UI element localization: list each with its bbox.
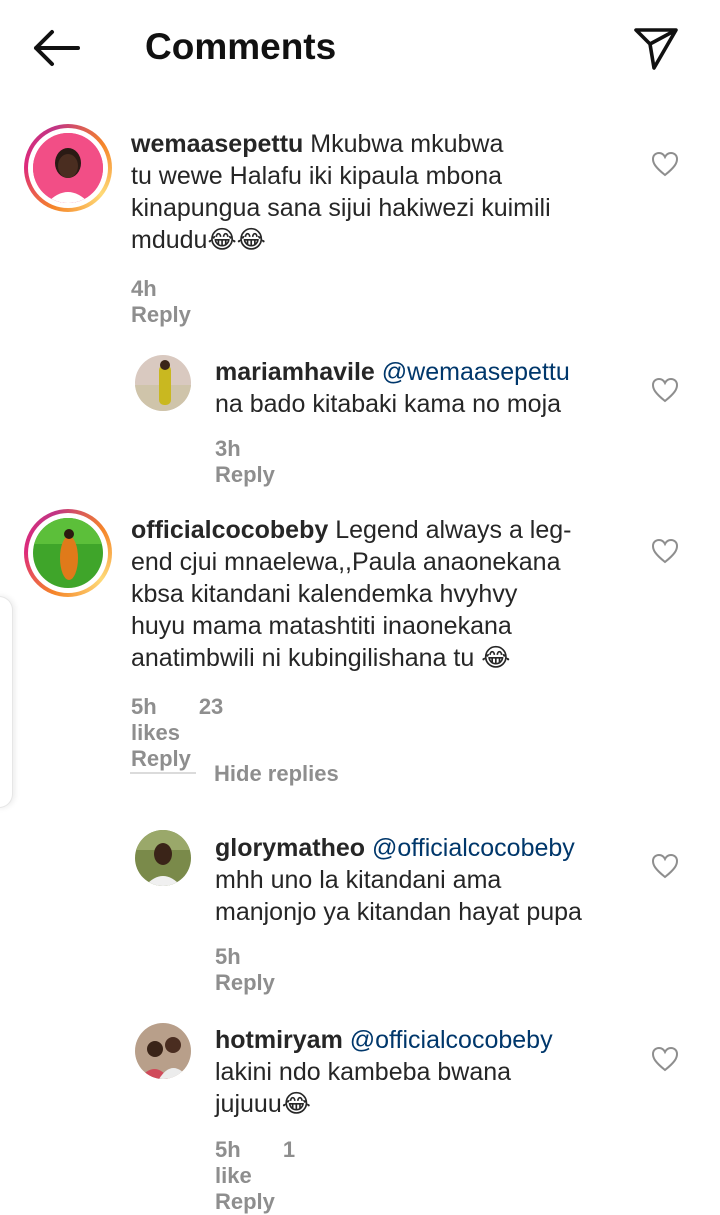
comment-time: 5h bbox=[131, 694, 157, 719]
header: Comments bbox=[0, 0, 720, 96]
comment-username[interactable]: officialcocobeby bbox=[131, 516, 328, 544]
avatar[interactable] bbox=[135, 1023, 191, 1079]
comment-text: Mkubwa mkubwa bbox=[310, 130, 504, 158]
comment-text: mdudu😂😂 bbox=[131, 226, 266, 254]
comment-text: jujuuu😂 bbox=[215, 1090, 311, 1118]
mention-link[interactable]: @wemaasepettu bbox=[382, 358, 570, 386]
comment-username[interactable]: mariamhavile bbox=[215, 358, 375, 386]
reply-button[interactable]: Reply bbox=[131, 302, 191, 327]
mention-link[interactable]: @officialcocobeby bbox=[372, 834, 575, 862]
comment-meta: 4h Reply bbox=[131, 276, 227, 328]
share-send-icon[interactable] bbox=[632, 24, 680, 72]
comment-time: 5h bbox=[215, 1137, 241, 1162]
like-heart-icon[interactable] bbox=[651, 538, 679, 564]
like-heart-icon[interactable] bbox=[651, 377, 679, 403]
comment-time: 5h bbox=[215, 944, 241, 969]
comment-text: huyu mama matashtiti inaonekana bbox=[131, 612, 512, 640]
comment-text: kbsa kitandani kalendemka hvyhvy bbox=[131, 580, 518, 608]
reply-button[interactable]: Reply bbox=[215, 462, 275, 487]
comment-meta: 5h 23 likes Reply bbox=[131, 694, 227, 772]
comment-text: lakini ndo kambeba bwana bbox=[215, 1058, 512, 1086]
avatar[interactable] bbox=[135, 355, 191, 411]
avatar[interactable] bbox=[33, 518, 103, 588]
comment-text: manjonjo ya kitandan hayat pupa bbox=[215, 898, 582, 926]
comment-username[interactable]: hotmiryam bbox=[215, 1026, 343, 1054]
mention-link[interactable]: @officialcocobeby bbox=[350, 1026, 553, 1054]
comment-text: Legend always a leg- bbox=[335, 516, 572, 544]
avatar[interactable] bbox=[33, 133, 103, 203]
reply-button[interactable]: Reply bbox=[215, 970, 275, 995]
comment-text: mhh uno la kitandani ama bbox=[215, 866, 502, 894]
comment-text: na bado kitabaki kama no moja bbox=[215, 390, 562, 418]
reply-button[interactable]: Reply bbox=[215, 1189, 275, 1214]
comment-time: 3h bbox=[215, 436, 241, 461]
comment-text: end cjui mnaelewa,,Paula anaonekana bbox=[131, 548, 561, 576]
like-heart-icon[interactable] bbox=[651, 1046, 679, 1072]
reply-button[interactable]: Reply bbox=[131, 746, 191, 771]
comment-meta: 3h Reply bbox=[215, 436, 311, 488]
avatar[interactable] bbox=[135, 830, 191, 886]
comment-meta: 5h 1 like Reply bbox=[215, 1137, 311, 1215]
divider bbox=[130, 772, 196, 774]
hide-replies-button[interactable]: Hide replies bbox=[214, 761, 339, 787]
back-arrow-icon[interactable] bbox=[30, 28, 82, 68]
comment-time: 4h bbox=[131, 276, 157, 301]
comment-username[interactable]: glorymatheo bbox=[215, 834, 365, 862]
comment-text: tu wewe Halafu iki kipaula mbona bbox=[131, 162, 503, 190]
comment-username[interactable]: wemaasepettu bbox=[131, 130, 303, 158]
comment-meta: 5h Reply bbox=[215, 944, 311, 996]
comment-text: anatimbwili ni kubingilishana tu 😂 bbox=[131, 644, 511, 672]
side-edge-panel bbox=[0, 596, 13, 808]
page-title: Comments bbox=[145, 26, 337, 67]
comment-text: kinapungua sana sijui hakiwezi kuimili bbox=[131, 194, 551, 222]
like-heart-icon[interactable] bbox=[651, 853, 679, 879]
like-heart-icon[interactable] bbox=[651, 151, 679, 177]
